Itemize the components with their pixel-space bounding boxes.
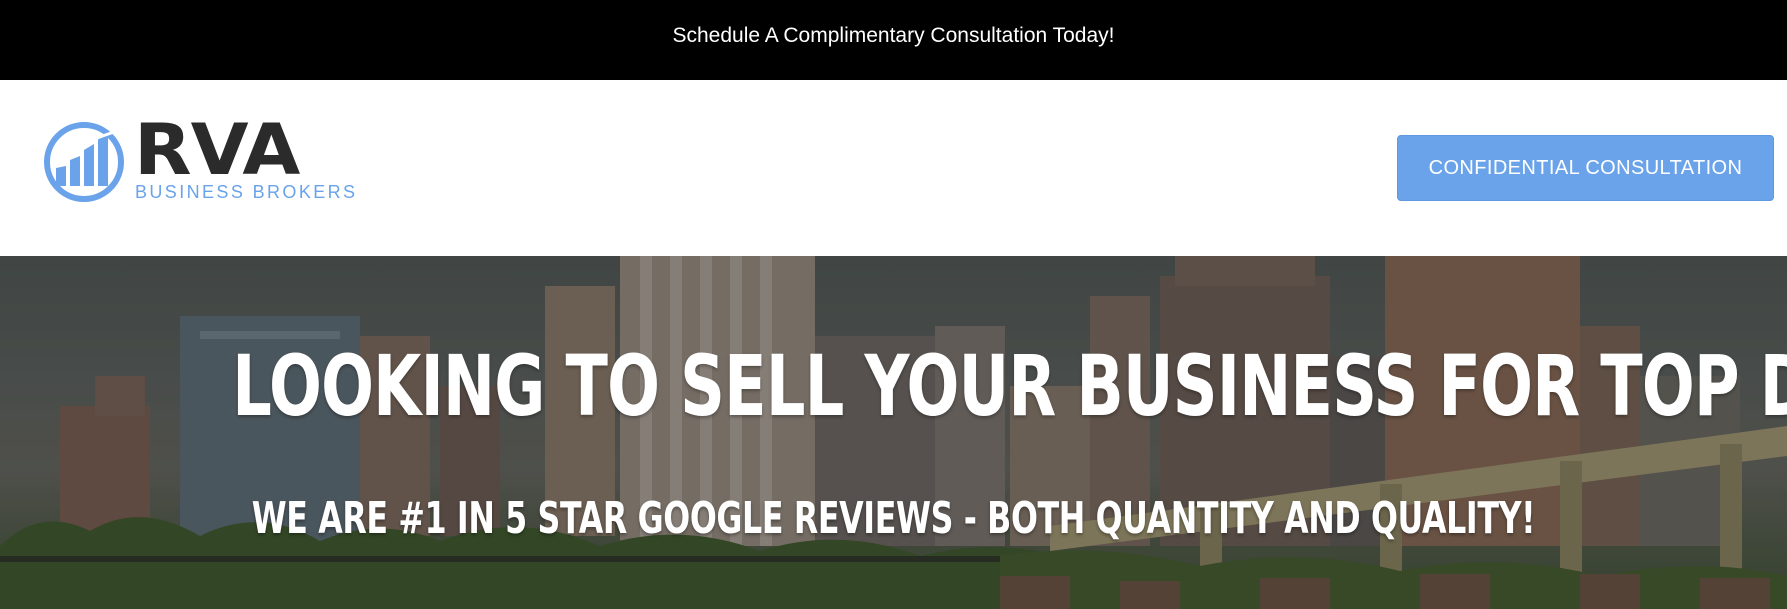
announcement-bar[interactable]: Schedule A Complimentary Consultation To… xyxy=(0,0,1787,80)
logo-wordmark: RVA xyxy=(134,109,300,191)
confidential-consultation-button[interactable]: CONFIDENTIAL CONSULTATION xyxy=(1397,135,1774,201)
cta-label[interactable]: CONFIDENTIAL CONSULTATION xyxy=(1429,157,1743,180)
logo[interactable]: RVA BUSINESS BROKERS xyxy=(42,115,357,204)
bar-chart-circle-icon xyxy=(44,122,124,202)
announcement-text[interactable]: Schedule A Complimentary Consultation To… xyxy=(672,24,1114,48)
site-header: RVA BUSINESS BROKERS CONFIDENTIAL CONSUL… xyxy=(0,80,1787,256)
hero-banner: LOOKING TO SELL YOUR BUSINESS FOR TOP DO… xyxy=(0,256,1787,609)
hero-subtitle: WE ARE #1 IN 5 STAR GOOGLE REVIEWS - BOT… xyxy=(251,493,1536,544)
logo-text: RVA BUSINESS BROKERS xyxy=(134,115,357,203)
hero-title: LOOKING TO SELL YOUR BUSINESS FOR TOP DO… xyxy=(232,337,1787,435)
